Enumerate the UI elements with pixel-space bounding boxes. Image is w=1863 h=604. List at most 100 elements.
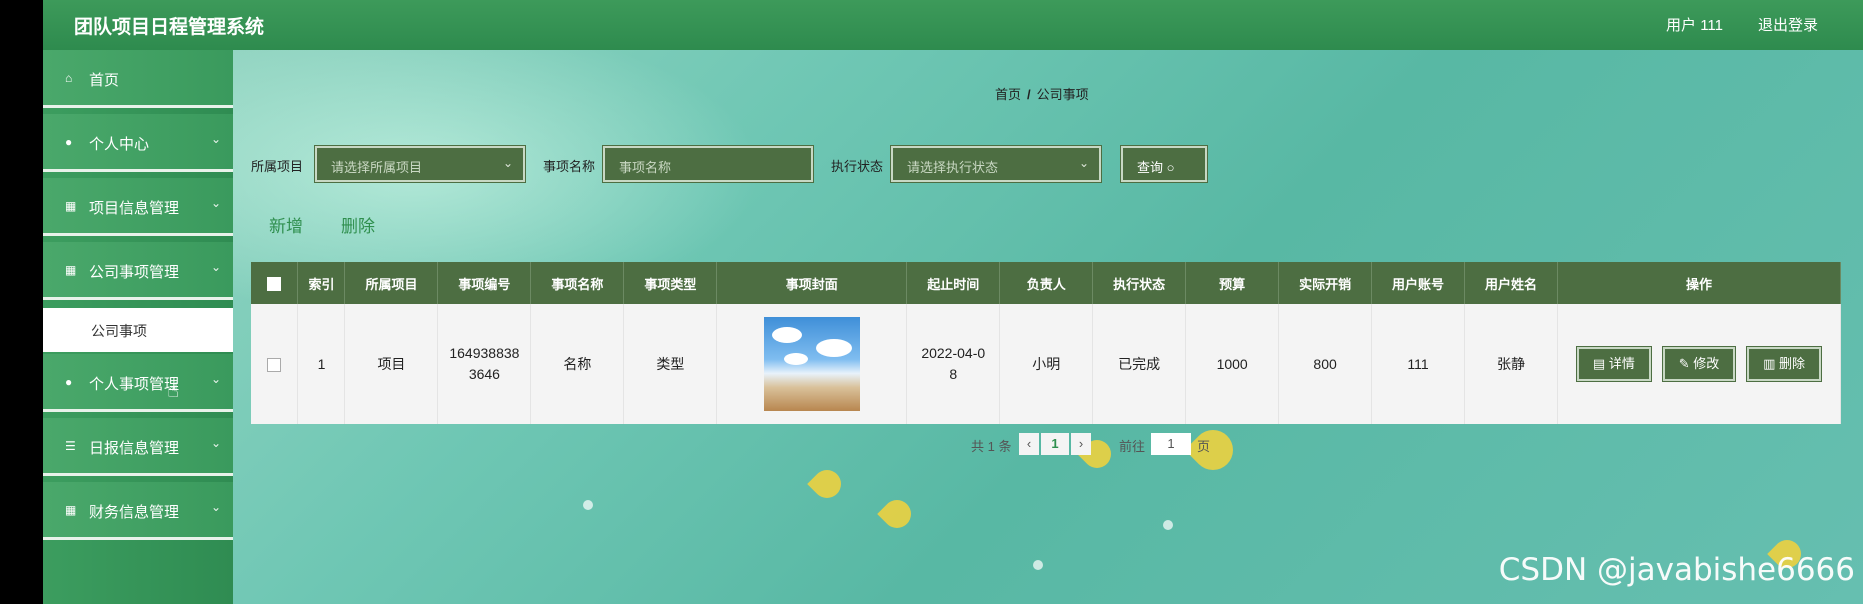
user-icon: ● — [65, 375, 73, 389]
flower-decoration — [1184, 421, 1242, 479]
goto-page-input[interactable]: 1 — [1151, 433, 1191, 455]
chevron-down-icon: ⌄ — [210, 132, 221, 146]
column-header: 执行状态 — [1092, 262, 1187, 304]
status-label: 执行状态 — [831, 159, 884, 174]
edit-icon: ✎ — [1678, 356, 1694, 371]
status-select-placeholder: 请选择执行状态 — [907, 160, 999, 175]
goto-label: 前往 — [1119, 439, 1146, 454]
column-header: 事项类型 — [623, 262, 718, 304]
sidebar-item-project-info[interactable]: ▦ 项目信息管理 ⌄ — [43, 178, 233, 236]
grid-icon: ▦ — [65, 199, 77, 213]
name-label: 事项名称 — [543, 159, 596, 174]
chevron-down-icon: ⌄ — [210, 372, 221, 386]
cell-code: 1649388383646 — [437, 304, 532, 424]
cell-owner: 小明 — [999, 304, 1094, 424]
sidebar-item-home[interactable]: ⌂ 首页 — [43, 50, 233, 108]
row-checkbox[interactable] — [267, 357, 282, 372]
sidebar-item-personal-matters[interactable]: ● 个人事项管理 ⌄ — [43, 354, 233, 412]
table-header-row: 索引 所属项目 事项编号 事项名称 事项类型 事项封面 起止时间 负责人 执行状… — [251, 262, 1842, 304]
top-header: 团队项目日程管理系统 用户 111 退出登录 — [43, 0, 1863, 50]
cell-name: 名称 — [530, 304, 625, 424]
sidebar-item-company-matters[interactable]: ▦ 公司事项管理 ⌄ — [43, 242, 233, 300]
chevron-down-icon: ⌄ — [210, 260, 221, 274]
select-all-cell — [251, 262, 299, 304]
sidebar-subitem-label: 公司事项 — [91, 323, 147, 339]
column-header: 实际开销 — [1278, 262, 1373, 304]
search-icon: ○ — [1166, 160, 1175, 175]
delete-button[interactable]: 删除 — [341, 212, 375, 237]
row-delete-button[interactable]: ▥ 删除 — [1746, 346, 1823, 382]
cell-type: 类型 — [623, 304, 718, 424]
sidebar-item-label: 个人中心 — [89, 136, 150, 153]
edit-button[interactable]: ✎ 修改 — [1661, 346, 1737, 382]
breadcrumb-home[interactable]: 首页 — [995, 87, 1021, 102]
column-header: 负责人 — [999, 262, 1094, 304]
cell-cost: 800 — [1278, 304, 1373, 424]
table-row[interactable]: 1 项目 1649388383646 名称 类型 2022-04-08 小明 已… — [251, 304, 1842, 424]
hand-cursor-icon: ☝ — [167, 380, 180, 402]
sparkle-decoration — [1163, 520, 1173, 530]
cloud-shape — [771, 327, 802, 343]
cell-time: 2022-04-08 — [906, 304, 1001, 424]
project-select-placeholder: 请选择所属项目 — [331, 160, 423, 175]
search-button[interactable]: 查询 ○ — [1120, 145, 1208, 183]
column-header: 操作 — [1557, 262, 1842, 304]
row-select-cell — [251, 304, 299, 424]
grid-icon: ▦ — [65, 263, 77, 277]
cell-budget: 1000 — [1185, 304, 1280, 424]
cell-cover — [716, 304, 908, 424]
detail-button-label: 详情 — [1608, 356, 1635, 371]
sidebar-item-label: 个人事项管理 — [89, 376, 180, 393]
home-icon: ⌂ — [65, 71, 73, 85]
edit-button-label: 修改 — [1693, 356, 1720, 371]
trash-icon: ▥ — [1763, 356, 1780, 371]
add-button[interactable]: 新增 — [269, 212, 303, 237]
breadcrumb-separator: / — [1027, 87, 1031, 102]
column-header: 事项封面 — [716, 262, 908, 304]
status-select[interactable]: 请选择执行状态 ⌄ — [890, 145, 1102, 183]
app-window: 团队项目日程管理系统 用户 111 退出登录 ⌂ 首页 ● 个人中心 ⌄ ▦ 项… — [43, 0, 1863, 604]
matters-table: 索引 所属项目 事项编号 事项名称 事项类型 事项封面 起止时间 负责人 执行状… — [251, 262, 1842, 424]
sidebar-item-label: 首页 — [89, 72, 120, 89]
detail-button[interactable]: ▤ 详情 — [1575, 346, 1652, 382]
chevron-down-icon: ⌄ — [502, 156, 513, 170]
chevron-down-icon: ⌄ — [210, 196, 221, 210]
logout-link[interactable]: 退出登录 — [1758, 14, 1818, 35]
sliders-icon: ☰ — [65, 439, 76, 453]
column-header: 用户姓名 — [1464, 262, 1558, 304]
total-count: 共 1 条 — [971, 439, 1012, 454]
column-header: 用户账号 — [1371, 262, 1466, 304]
sparkle-decoration — [583, 500, 593, 510]
cloud-shape — [783, 353, 808, 365]
watermark: CSDN @javabishe6666 — [1498, 552, 1855, 588]
flower-decoration — [807, 464, 847, 504]
sidebar-item-daily-report[interactable]: ☰ 日报信息管理 ⌄ — [43, 418, 233, 476]
sidebar-item-label: 财务信息管理 — [89, 504, 180, 521]
name-input[interactable]: 事项名称 — [602, 145, 814, 183]
sidebar-item-label: 日报信息管理 — [89, 440, 180, 457]
column-header: 事项名称 — [530, 262, 625, 304]
current-page[interactable]: 1 — [1041, 433, 1069, 455]
app-title: 团队项目日程管理系统 — [74, 17, 265, 38]
sidebar: ⌂ 首页 ● 个人中心 ⌄ ▦ 项目信息管理 ⌄ ▦ 公司事项管理 ⌄ 公司事项… — [43, 50, 233, 604]
select-all-checkbox[interactable] — [267, 276, 282, 291]
breadcrumb-current: 公司事项 — [1036, 87, 1089, 102]
chevron-down-icon: ⌄ — [210, 500, 221, 514]
sidebar-item-finance[interactable]: ▦ 财务信息管理 ⌄ — [43, 482, 233, 540]
prev-page-icon[interactable]: ‹ — [1019, 433, 1039, 455]
cell-username: 张静 — [1464, 304, 1558, 424]
project-label: 所属项目 — [251, 159, 304, 174]
sidebar-item-personal-center[interactable]: ● 个人中心 ⌄ — [43, 114, 233, 172]
column-header: 所属项目 — [344, 262, 439, 304]
sidebar-item-label: 项目信息管理 — [89, 200, 180, 217]
breadcrumb: 首页 / 公司事项 — [995, 84, 1089, 103]
sparkle-decoration — [1033, 560, 1043, 570]
column-header: 索引 — [297, 262, 346, 304]
sidebar-subitem-company-matter[interactable]: 公司事项 — [43, 308, 233, 352]
search-button-label: 查询 — [1137, 160, 1164, 175]
name-input-placeholder: 事项名称 — [619, 160, 672, 175]
cell-time-text: 2022-04-08 — [921, 345, 986, 382]
project-select[interactable]: 请选择所属项目 ⌄ — [314, 145, 526, 183]
flower-decoration — [877, 494, 917, 534]
next-page-icon[interactable]: › — [1071, 433, 1091, 455]
